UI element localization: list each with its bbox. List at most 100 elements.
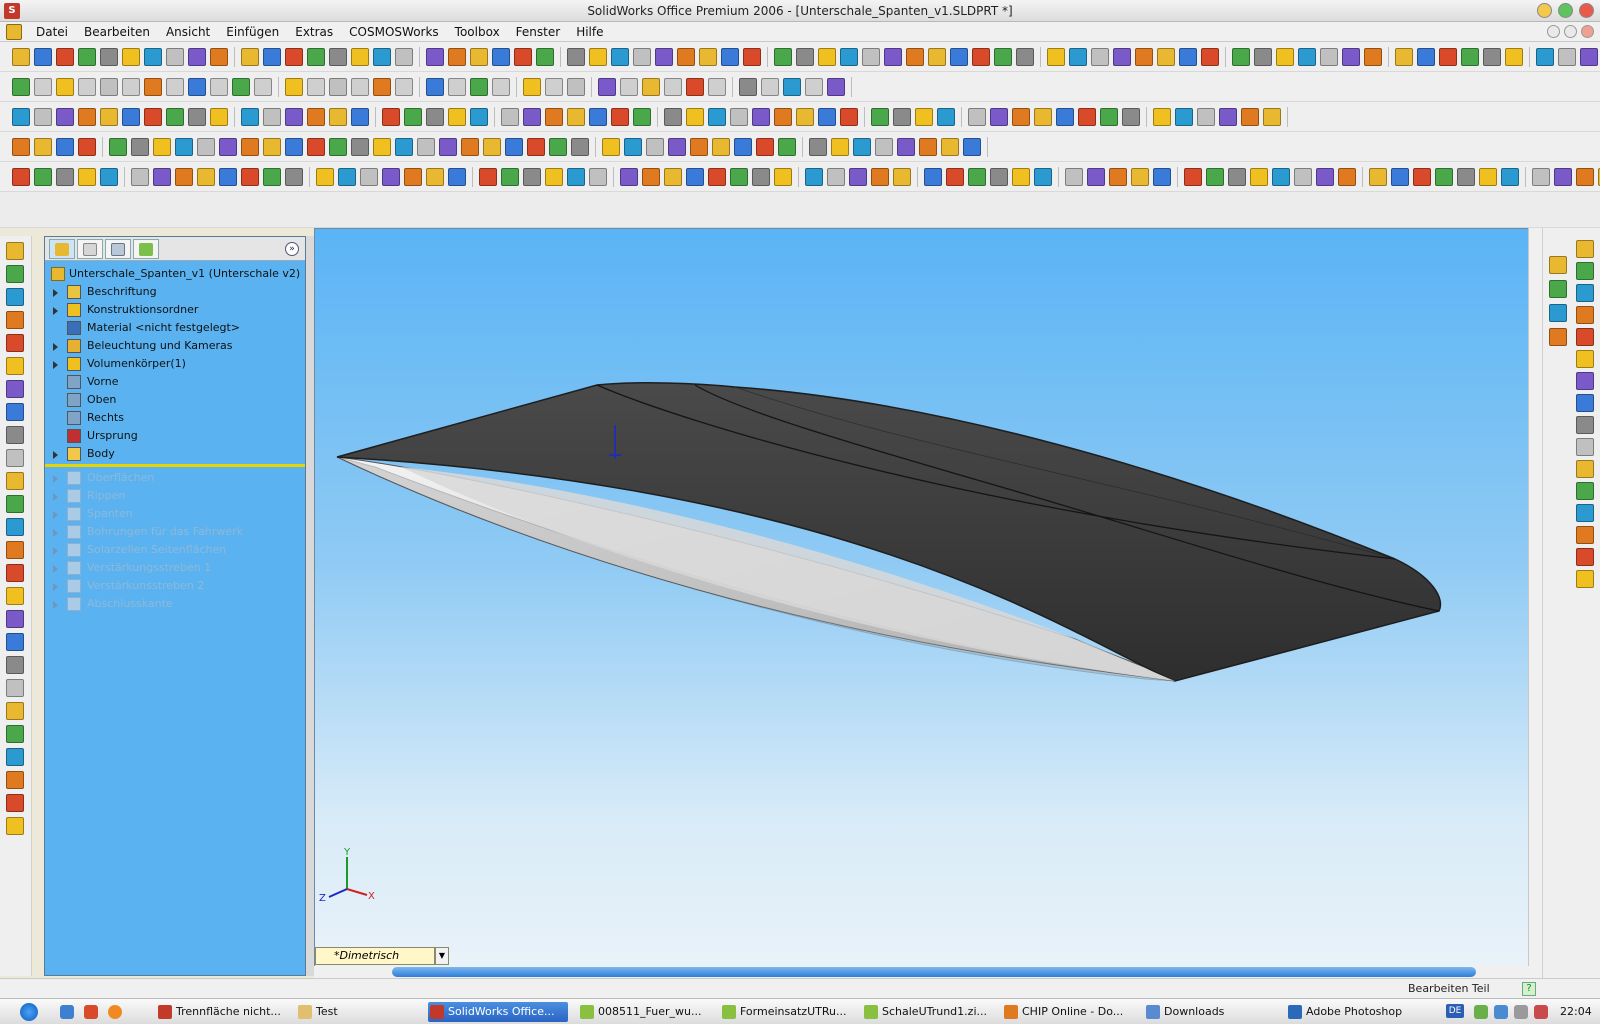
start-menu-icon[interactable] — [20, 1003, 38, 1021]
toolbar-button-icon[interactable] — [329, 77, 347, 96]
taskbar-task[interactable]: 008511_Fuer_wu... — [578, 1002, 714, 1022]
toolbar-button-icon[interactable] — [351, 107, 369, 126]
toolbar-button-icon[interactable] — [78, 47, 96, 66]
taskbar-task[interactable]: FormeinsatzUTRu... — [720, 1002, 856, 1022]
toolbar-button-icon[interactable] — [241, 137, 259, 156]
toolbar-button-icon[interactable] — [972, 47, 990, 66]
toolbar-button-icon[interactable] — [210, 107, 228, 126]
toolbar-button-icon[interactable] — [796, 107, 814, 126]
toolbar-button-icon[interactable] — [1435, 167, 1453, 186]
toolbar-button-icon[interactable] — [483, 137, 501, 156]
tree-item-suppressed[interactable]: Oberflächen — [45, 469, 305, 487]
toolbar-button-icon[interactable] — [197, 167, 215, 186]
toolbar-button-icon[interactable] — [1457, 167, 1475, 186]
toolbar-button-icon[interactable] — [6, 518, 24, 536]
toolbar-button-icon[interactable] — [263, 107, 281, 126]
tree-item-suppressed[interactable]: Solarzellen Seitenflächen — [45, 541, 305, 559]
rollback-bar[interactable] — [45, 464, 305, 467]
toolbar-button-icon[interactable] — [1047, 47, 1065, 66]
toolbar-button-icon[interactable] — [263, 167, 281, 186]
toolbar-button-icon[interactable] — [664, 77, 682, 96]
toolbar-button-icon[interactable] — [831, 137, 849, 156]
toolbar-button-icon[interactable] — [6, 288, 24, 306]
toolbar-button-icon[interactable] — [712, 137, 730, 156]
toolbar-button-icon[interactable] — [1175, 107, 1193, 126]
toolbar-button-icon[interactable] — [1201, 47, 1219, 66]
panel-splitter[interactable] — [306, 236, 314, 976]
toolbar-button-icon[interactable] — [1576, 262, 1594, 280]
toolbar-button-icon[interactable] — [78, 137, 96, 156]
tree-item[interactable]: Volumenkörper(1) — [45, 355, 305, 373]
toolbar-button-icon[interactable] — [1576, 167, 1594, 186]
taskbar-task[interactable]: Test — [296, 1002, 424, 1022]
toolbar-button-icon[interactable] — [153, 167, 171, 186]
toolbar-button-icon[interactable] — [884, 47, 902, 66]
toolbar-button-icon[interactable] — [664, 167, 682, 186]
toolbar-button-icon[interactable] — [589, 47, 607, 66]
part-document-icon[interactable] — [6, 23, 22, 40]
toolbar-button-icon[interactable] — [6, 265, 24, 283]
toolbar-button-icon[interactable] — [950, 47, 968, 66]
toolbar-button-icon[interactable] — [827, 167, 845, 186]
toolbar-button-icon[interactable] — [963, 137, 981, 156]
toolbar-button-icon[interactable] — [686, 77, 704, 96]
toolbar-button-icon[interactable] — [6, 426, 24, 444]
toolbar-button-icon[interactable] — [6, 380, 24, 398]
view-orientation-dropdown[interactable]: ▼ — [435, 947, 449, 965]
toolbar-button-icon[interactable] — [285, 107, 303, 126]
toolbar-button-icon[interactable] — [426, 47, 444, 66]
toolbar-button-icon[interactable] — [840, 47, 858, 66]
toolbar-button-icon[interactable] — [915, 107, 933, 126]
toolbar-button-icon[interactable] — [1069, 47, 1087, 66]
toolbar-button-icon[interactable] — [505, 137, 523, 156]
toolbar-button-icon[interactable] — [100, 107, 118, 126]
toolbar-button-icon[interactable] — [285, 77, 303, 96]
toolbar-button-icon[interactable] — [219, 137, 237, 156]
toolbar-button-icon[interactable] — [809, 137, 827, 156]
toolbar-button-icon[interactable] — [210, 77, 228, 96]
toolbar-button-icon[interactable] — [241, 167, 259, 186]
toolbar-button-icon[interactable] — [439, 137, 457, 156]
toolbar-button-icon[interactable] — [1179, 47, 1197, 66]
toolbar-button-icon[interactable] — [1576, 460, 1594, 478]
help-icon[interactable]: ? — [1522, 982, 1536, 996]
tree-item-suppressed[interactable]: Rippen — [45, 487, 305, 505]
toolbar-button-icon[interactable] — [1549, 280, 1567, 298]
toolbar-button-icon[interactable] — [990, 167, 1008, 186]
toolbar-button-icon[interactable] — [624, 137, 642, 156]
toolbar-button-icon[interactable] — [426, 77, 444, 96]
toolbar-button-icon[interactable] — [1576, 570, 1594, 588]
toolbar-button-icon[interactable] — [285, 137, 303, 156]
toolbar-button-icon[interactable] — [602, 137, 620, 156]
toolbar-button-icon[interactable] — [514, 47, 532, 66]
toolbar-button-icon[interactable] — [571, 137, 589, 156]
toolbar-button-icon[interactable] — [633, 107, 651, 126]
toolbar-button-icon[interactable] — [699, 47, 717, 66]
toolbar-button-icon[interactable] — [1413, 167, 1431, 186]
toolbar-button-icon[interactable] — [100, 47, 118, 66]
toolbar-button-icon[interactable] — [968, 167, 986, 186]
toolbar-button-icon[interactable] — [1364, 47, 1382, 66]
toolbar-button-icon[interactable] — [448, 47, 466, 66]
doc-minimize-button[interactable] — [1547, 25, 1560, 38]
toolbar-button-icon[interactable] — [818, 47, 836, 66]
toolbar-button-icon[interactable] — [470, 47, 488, 66]
toolbar-button-icon[interactable] — [6, 403, 24, 421]
toolbar-button-icon[interactable] — [756, 137, 774, 156]
toolbar-button-icon[interactable] — [1228, 167, 1246, 186]
toolbar-button-icon[interactable] — [1576, 548, 1594, 566]
menu-fenster[interactable]: Fenster — [508, 22, 569, 42]
toolbar-button-icon[interactable] — [166, 107, 184, 126]
toolbar-button-icon[interactable] — [1549, 304, 1567, 322]
toolbar-button-icon[interactable] — [1056, 107, 1074, 126]
toolbar-button-icon[interactable] — [1576, 416, 1594, 434]
toolbar-button-icon[interactable] — [1298, 47, 1316, 66]
toolbar-button-icon[interactable] — [1091, 47, 1109, 66]
toolbar-button-icon[interactable] — [523, 77, 541, 96]
toolbar-button-icon[interactable] — [1294, 167, 1312, 186]
toolbar-button-icon[interactable] — [12, 167, 30, 186]
toolbar-button-icon[interactable] — [12, 47, 30, 66]
toolbar-button-icon[interactable] — [893, 107, 911, 126]
toolbar-button-icon[interactable] — [263, 137, 281, 156]
toolbar-button-icon[interactable] — [6, 771, 24, 789]
